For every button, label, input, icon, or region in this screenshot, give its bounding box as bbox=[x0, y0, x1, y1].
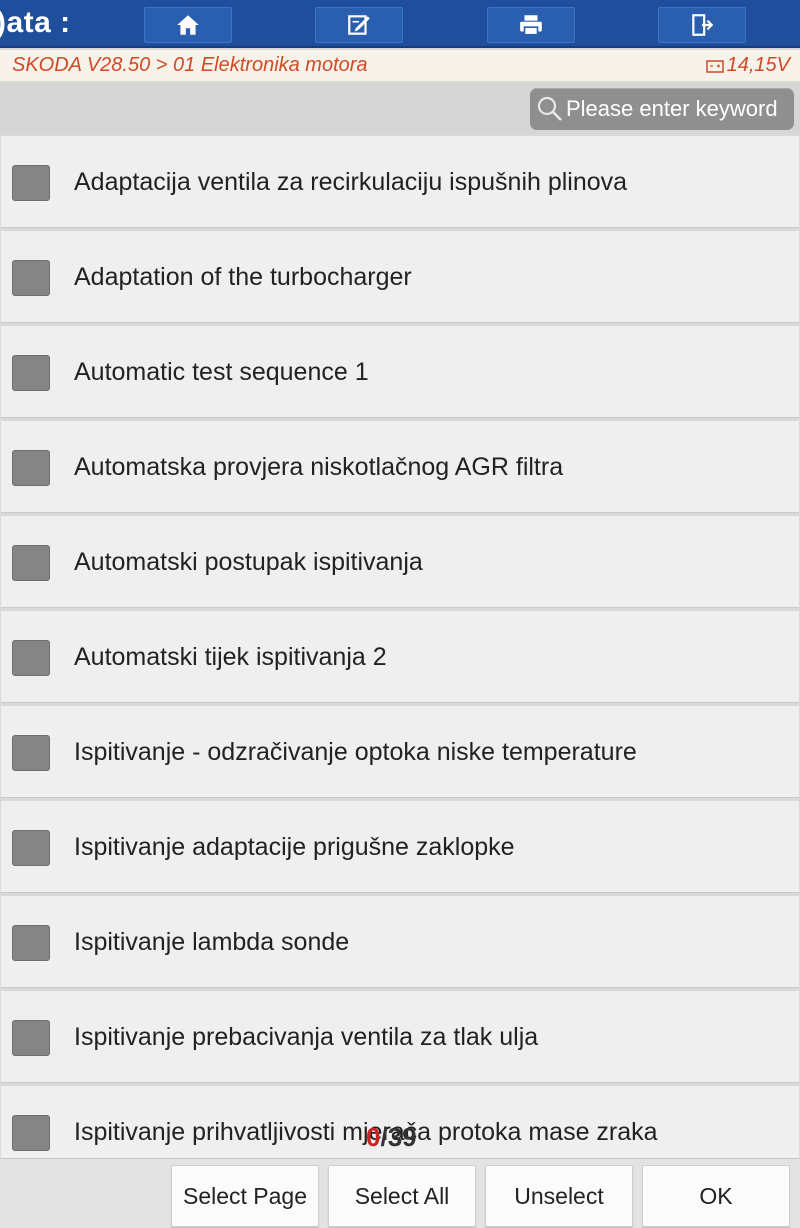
voltage-value: 14,15V bbox=[726, 54, 790, 76]
checkbox[interactable] bbox=[12, 640, 50, 676]
list-item[interactable]: Automatska provjera niskotlačnog AGR fil… bbox=[1, 421, 799, 513]
checkbox[interactable] bbox=[12, 735, 50, 771]
checkbox[interactable] bbox=[12, 830, 50, 866]
app-title: )ata : bbox=[0, 6, 71, 39]
home-button[interactable] bbox=[144, 7, 232, 43]
list-item-label: Ispitivanje lambda sonde bbox=[74, 928, 350, 956]
list-item[interactable]: Ispitivanje adaptacije prigušne zaklopke bbox=[1, 801, 799, 893]
list-item[interactable]: Ispitivanje lambda sonde bbox=[1, 896, 799, 988]
unselect-button[interactable]: Unselect bbox=[485, 1165, 633, 1227]
ok-button[interactable]: OK bbox=[642, 1165, 790, 1227]
top-toolbar: )ata : bbox=[0, 0, 800, 48]
search-input[interactable] bbox=[564, 96, 794, 122]
checkbox[interactable] bbox=[12, 545, 50, 581]
breadcrumb: SKODA V28.50 > 01 Elektronika motora bbox=[12, 54, 368, 76]
edit-icon bbox=[348, 15, 370, 35]
list-item-label: Ispitivanje prebacivanja ventila za tlak… bbox=[74, 1023, 539, 1051]
checkbox[interactable] bbox=[12, 1115, 50, 1151]
print-icon bbox=[520, 15, 542, 36]
search-strip bbox=[0, 82, 800, 134]
selected-count: 0 bbox=[366, 1122, 381, 1152]
select-page-button[interactable]: Select Page bbox=[171, 1165, 319, 1227]
list-item[interactable]: Automatic test sequence 1 bbox=[1, 326, 799, 418]
list-item[interactable]: Adaptation of the turbocharger bbox=[1, 231, 799, 323]
list-item-label: Adaptacija ventila za recirkulaciju ispu… bbox=[74, 168, 628, 196]
checkbox[interactable] bbox=[12, 165, 50, 201]
list-item[interactable]: Ispitivanje prebacivanja ventila za tlak… bbox=[1, 991, 799, 1083]
list-item-label: Automatska provjera niskotlačnog AGR fil… bbox=[74, 453, 564, 481]
selection-counter: 0/39 bbox=[366, 1122, 417, 1153]
search-icon bbox=[537, 96, 562, 121]
checkbox[interactable] bbox=[12, 355, 50, 391]
exit-button[interactable] bbox=[658, 7, 746, 43]
list-item[interactable]: Ispitivanje - odzračivanje optoka niske … bbox=[1, 706, 799, 798]
list-item[interactable]: Adaptacija ventila za recirkulaciju ispu… bbox=[1, 136, 799, 228]
breadcrumb-bar: SKODA V28.50 > 01 Elektronika motora 14,… bbox=[0, 50, 800, 82]
list-item-label: Ispitivanje adaptacije prigušne zaklopke bbox=[74, 833, 515, 861]
bottom-toolbar: Select Page Select All Unselect OK bbox=[0, 1158, 800, 1228]
list-item[interactable]: Automatski postupak ispitivanja bbox=[1, 516, 799, 608]
home-icon bbox=[177, 15, 199, 35]
exit-icon bbox=[692, 14, 714, 36]
checkbox[interactable] bbox=[12, 925, 50, 961]
list-item-label: Automatic test sequence 1 bbox=[74, 358, 369, 386]
battery-voltage: 14,15V bbox=[705, 54, 790, 77]
total-count: 39 bbox=[387, 1122, 417, 1152]
checkbox[interactable] bbox=[12, 1020, 50, 1056]
counter-separator: / bbox=[380, 1122, 388, 1152]
search-box[interactable] bbox=[530, 88, 794, 130]
list-item[interactable]: Automatski tijek ispitivanja 2 bbox=[1, 611, 799, 703]
battery-icon bbox=[705, 59, 724, 73]
edit-button[interactable] bbox=[315, 7, 403, 43]
list-item-label: Adaptation of the turbocharger bbox=[74, 263, 412, 291]
print-button[interactable] bbox=[487, 7, 575, 43]
list-item-label: Automatski postupak ispitivanja bbox=[74, 548, 423, 576]
checkbox[interactable] bbox=[12, 450, 50, 486]
function-list: Adaptacija ventila za recirkulaciju ispu… bbox=[0, 136, 800, 1158]
select-all-button[interactable]: Select All bbox=[328, 1165, 476, 1227]
list-item-label: Ispitivanje - odzračivanje optoka niske … bbox=[74, 738, 637, 766]
list-item-label: Automatski tijek ispitivanja 2 bbox=[74, 643, 387, 671]
checkbox[interactable] bbox=[12, 260, 50, 296]
